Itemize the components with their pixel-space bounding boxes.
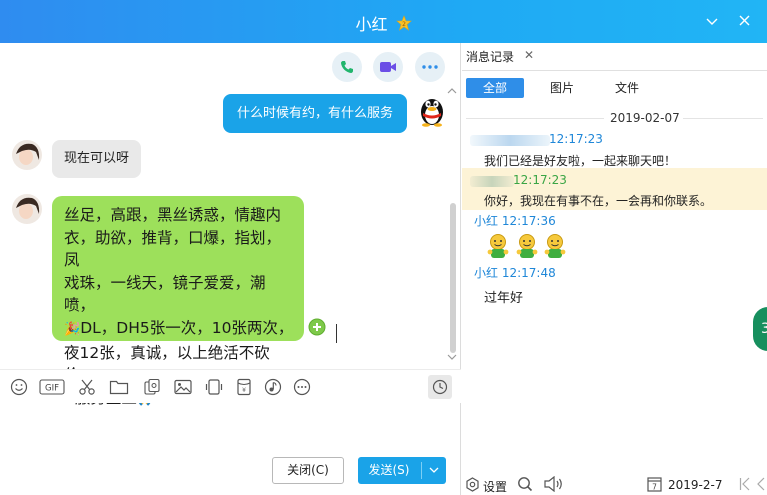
close-tab-icon[interactable]: ✕ [524, 48, 534, 62]
gif-button[interactable]: GIF [38, 376, 66, 398]
more-icon [293, 378, 311, 396]
image-icon [174, 379, 192, 395]
sticker-icon [144, 378, 160, 395]
emoji-icon [10, 378, 28, 396]
red-packet-icon: ¥ [237, 378, 251, 396]
history-clock-icon [432, 379, 448, 395]
send-button[interactable]: 发送(S) [358, 457, 446, 484]
gif-icon: GIF [39, 379, 65, 395]
thumbs-up-emoji-icon [516, 234, 538, 258]
sender-name: 小红 [474, 266, 499, 280]
screen-share-button[interactable] [203, 376, 225, 398]
screenshot-button[interactable] [76, 376, 98, 398]
voice-call-button[interactable] [332, 52, 362, 82]
screen-share-icon [205, 379, 223, 395]
close-window-button[interactable] [734, 12, 754, 32]
chevron-down-icon [429, 467, 439, 473]
message-history-panel: 消息记录 ✕ 全部 图片 文件 2019-02-07 12:17:23 我们已经… [462, 43, 767, 495]
filter-files[interactable]: 文件 [609, 78, 645, 98]
my-message-bubble: 什么时候有约，有什么服务 [223, 94, 407, 133]
text-caret [336, 324, 337, 343]
message-text: 我们已经是好友啦，一起来聊天吧！ [484, 154, 677, 168]
video-call-button[interactable] [373, 52, 403, 82]
tab-message-history[interactable]: 消息记录 [466, 48, 514, 65]
chat-scrollbar-thumb[interactable] [450, 203, 456, 353]
scissors-icon [79, 379, 95, 395]
title-bar: 小红 2 [0, 0, 767, 43]
zoom-in-icon[interactable] [308, 318, 326, 336]
message-header: 小红 12:17:36 [474, 212, 556, 229]
message-text: 你好，我现在有事不在，一会再和你联系。 [484, 194, 713, 208]
scroll-down-arrow[interactable] [447, 353, 459, 363]
message-header: 小红 12:17:48 [474, 264, 556, 281]
message-line: 戏珠，一线天，镜子爱爱，潮喷， [64, 273, 266, 315]
message-text: 过年好 [484, 291, 524, 306]
message-time: 12:17:48 [501, 266, 556, 280]
message-line: DL，DH5张一次，10张两次， [80, 318, 294, 337]
music-icon [264, 378, 282, 396]
message-time: 12:17:36 [501, 214, 556, 228]
blurred-sender-name [470, 135, 550, 146]
more-options-button[interactable] [415, 52, 445, 82]
message-history-button[interactable] [428, 375, 452, 399]
chat-pane: 什么时候有约，有什么服务 现在可以呀 丝足，高跟，黑丝诱惑，情趣内 衣，助欲，推… [0, 43, 461, 495]
filter-all[interactable]: 全部 [466, 78, 524, 98]
message-time: 12:17:23 [513, 173, 567, 187]
contact-name: 小红 [355, 15, 388, 34]
speaker-icon[interactable] [544, 476, 564, 492]
red-packet-button[interactable]: ¥ [233, 376, 255, 398]
phone-icon [341, 61, 353, 73]
settings-label[interactable]: 设置 [483, 478, 507, 495]
folder-icon [109, 380, 129, 395]
more-tools-button[interactable] [291, 376, 313, 398]
filter-images[interactable]: 图片 [544, 78, 580, 98]
selected-date[interactable]: 2019-2-7 [668, 478, 722, 492]
thumbs-up-emoji-icon [544, 234, 566, 258]
thumbs-up-emoji-icon [487, 234, 509, 258]
party-popper-emoji: 🎉 [64, 321, 81, 337]
window-title: 小红 2 [0, 11, 767, 35]
message-line: 丝足，高跟，黑丝诱惑，情趣内 [64, 206, 282, 224]
send-image-button[interactable] [172, 376, 194, 398]
sender-name: 小红 [474, 214, 499, 228]
send-label[interactable]: 发送(S) [358, 457, 420, 484]
scroll-up-arrow[interactable] [447, 87, 459, 97]
message-time: 12:17:23 [549, 132, 603, 146]
calendar-icon[interactable]: 7 [647, 476, 662, 492]
emoji-button[interactable] [8, 376, 30, 398]
my-avatar-penguin [421, 99, 443, 127]
music-button[interactable] [262, 376, 284, 398]
date-separator: 2019-02-07 [610, 111, 680, 125]
svg-text:2: 2 [402, 21, 406, 28]
date-divider-left [466, 118, 604, 119]
gif-label: GIF [45, 384, 59, 394]
svg-text:¥: ¥ [242, 387, 246, 394]
send-file-button[interactable] [108, 376, 130, 398]
search-icon[interactable] [517, 476, 533, 492]
contact-avatar[interactable] [12, 140, 42, 170]
calendar-day: 7 [652, 483, 657, 492]
history-bottom-bar: 设置 7 2019-2-7 [462, 473, 767, 495]
settings-icon[interactable] [465, 477, 480, 492]
more-dots-icon [422, 65, 438, 69]
vip-badge-icon: 2 [395, 15, 412, 31]
date-divider-right [683, 118, 763, 119]
first-page-icon[interactable] [739, 477, 751, 491]
input-toolbar: GIF ¥ [0, 369, 461, 403]
blurred-sender-name [470, 176, 514, 187]
video-camera-icon [380, 62, 396, 72]
contact-avatar[interactable] [12, 194, 42, 224]
message-line: 衣，助欲，推背，口爆，指划，凤 [64, 228, 282, 270]
send-options-dropdown[interactable] [422, 457, 446, 484]
sticker-button[interactable] [141, 376, 163, 398]
minimize-button[interactable] [702, 12, 722, 32]
previous-page-icon[interactable] [756, 477, 766, 491]
close-chat-button[interactable]: 关闭(C) [272, 457, 344, 484]
history-tab-bar: 消息记录 ✕ [462, 43, 767, 71]
contact-message-bubble-highlight: 丝足，高跟，黑丝诱惑，情趣内 衣，助欲，推背，口爆，指划，凤 戏珠，一线天，镜子… [52, 196, 304, 407]
floating-notification-badge[interactable]: 3 [753, 307, 767, 351]
contact-message-bubble: 现在可以呀 [52, 140, 141, 178]
